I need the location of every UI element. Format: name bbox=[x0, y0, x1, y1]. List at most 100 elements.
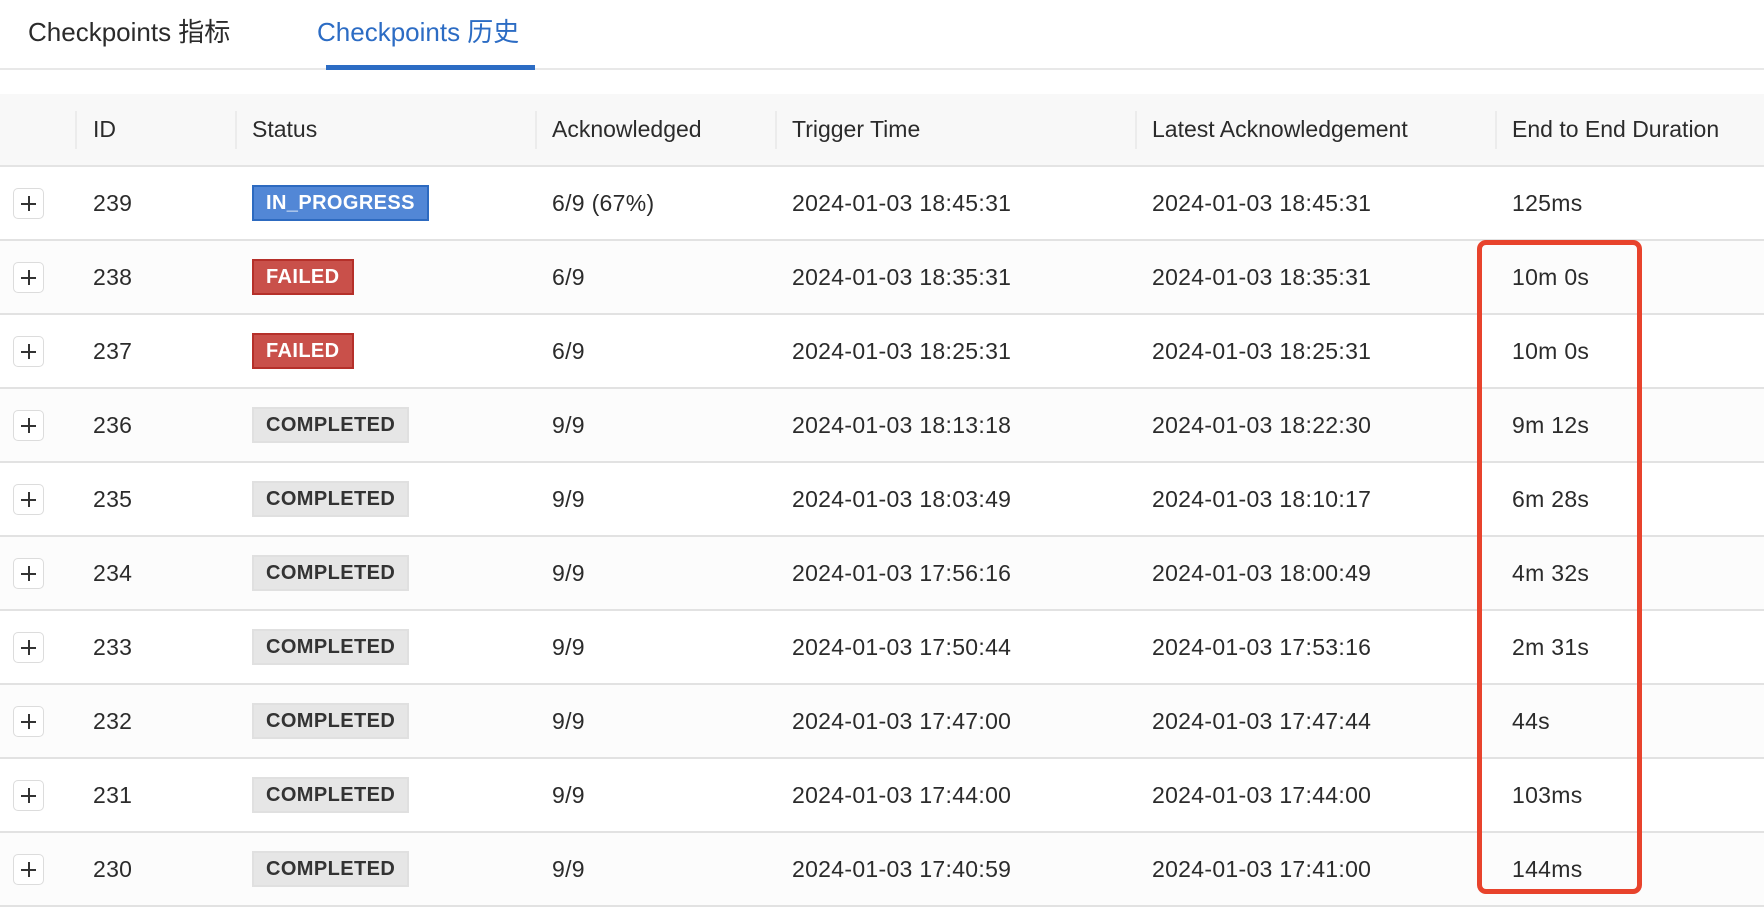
table-row[interactable]: 239 IN_PROGRESS 6/9 (67%) 2024-01-03 18:45:… bbox=[0, 167, 1764, 241]
column-header-id[interactable]: ID bbox=[93, 94, 116, 165]
checkpoints-history-table: ID Status Acknowledged Trigger Time Late… bbox=[0, 94, 1764, 907]
checkpoint-id: 239 bbox=[93, 190, 133, 216]
table-row[interactable]: 232 COMPLETED 9/9 2024-01-03 17:47:00 2024-0… bbox=[0, 685, 1764, 759]
latest-acknowledgement: 2024-01-03 18:25:31 bbox=[1152, 338, 1372, 364]
trigger-time: 2024-01-03 17:50:44 bbox=[792, 634, 1012, 660]
checkpoint-id: 238 bbox=[93, 264, 133, 290]
table-row[interactable]: 230 COMPLETED 9/9 2024-01-03 17:40:59 2024-0… bbox=[0, 833, 1764, 907]
end-to-end-duration: 144ms bbox=[1512, 856, 1583, 882]
acknowledged-count: 9/9 bbox=[552, 412, 585, 438]
end-to-end-duration: 2m 31s bbox=[1512, 634, 1590, 660]
trigger-time: 2024-01-03 18:35:31 bbox=[792, 264, 1012, 290]
latest-acknowledgement: 2024-01-03 17:41:00 bbox=[1152, 856, 1372, 882]
status-badge: FAILED bbox=[252, 333, 354, 369]
trigger-time: 2024-01-03 18:45:31 bbox=[792, 190, 1012, 216]
acknowledged-count: 9/9 bbox=[552, 560, 585, 586]
table-row[interactable]: 231 COMPLETED 9/9 2024-01-03 17:44:00 2024-0… bbox=[0, 759, 1764, 833]
acknowledged-count: 6/9 bbox=[552, 338, 585, 364]
plus-icon[interactable] bbox=[13, 336, 44, 367]
trigger-time: 2024-01-03 18:13:18 bbox=[792, 412, 1012, 438]
latest-acknowledgement: 2024-01-03 18:10:17 bbox=[1152, 486, 1372, 512]
plus-icon[interactable] bbox=[13, 262, 44, 293]
tab-checkpoints-metrics[interactable]: Checkpoints 指标 bbox=[28, 14, 230, 50]
plus-icon[interactable] bbox=[13, 706, 44, 737]
latest-acknowledgement: 2024-01-03 18:35:31 bbox=[1152, 264, 1372, 290]
plus-icon[interactable] bbox=[13, 410, 44, 441]
column-separator bbox=[535, 111, 537, 149]
end-to-end-duration: 6m 28s bbox=[1512, 486, 1590, 512]
table-row[interactable]: 234 COMPLETED 9/9 2024-01-03 17:56:16 2024-0… bbox=[0, 537, 1764, 611]
trigger-time: 2024-01-03 17:40:59 bbox=[792, 856, 1012, 882]
trigger-time: 2024-01-03 17:56:16 bbox=[792, 560, 1012, 586]
plus-icon[interactable] bbox=[13, 484, 44, 515]
status-badge: COMPLETED bbox=[252, 703, 410, 739]
column-separator bbox=[1495, 111, 1497, 149]
tab-bar: Checkpoints 指标 Checkpoints 历史 bbox=[0, 0, 1764, 70]
checkpoint-id: 230 bbox=[93, 856, 133, 882]
column-separator bbox=[235, 111, 237, 149]
column-separator bbox=[775, 111, 777, 149]
latest-acknowledgement: 2024-01-03 18:00:49 bbox=[1152, 560, 1372, 586]
checkpoint-id: 233 bbox=[93, 634, 133, 660]
checkpoint-id: 235 bbox=[93, 486, 133, 512]
tab-checkpoints-history[interactable]: Checkpoints 历史 bbox=[317, 14, 519, 50]
column-header-latest-acknowledgement[interactable]: Latest Acknowledgement bbox=[1152, 94, 1408, 165]
end-to-end-duration: 10m 0s bbox=[1512, 264, 1590, 290]
status-badge: COMPLETED bbox=[252, 555, 410, 591]
column-header-end-to-end-duration[interactable]: End to End Duration bbox=[1512, 94, 1719, 165]
status-badge: COMPLETED bbox=[252, 407, 410, 443]
status-badge: COMPLETED bbox=[252, 777, 410, 813]
table-row[interactable]: 235 COMPLETED 9/9 2024-01-03 18:03:49 2024-0… bbox=[0, 463, 1764, 537]
end-to-end-duration: 103ms bbox=[1512, 782, 1583, 808]
latest-acknowledgement: 2024-01-03 17:53:16 bbox=[1152, 634, 1372, 660]
latest-acknowledgement: 2024-01-03 18:45:31 bbox=[1152, 190, 1372, 216]
column-separator bbox=[75, 111, 77, 149]
plus-icon[interactable] bbox=[13, 854, 44, 885]
end-to-end-duration: 125ms bbox=[1512, 190, 1583, 216]
column-header-status[interactable]: Status bbox=[252, 94, 317, 165]
status-badge: IN_PROGRESS bbox=[252, 185, 429, 221]
column-header-trigger-time[interactable]: Trigger Time bbox=[792, 94, 920, 165]
table-row[interactable]: 236 COMPLETED 9/9 2024-01-03 18:13:18 2024-0… bbox=[0, 389, 1764, 463]
plus-icon[interactable] bbox=[13, 780, 44, 811]
status-badge: COMPLETED bbox=[252, 629, 410, 665]
tab-bar-divider bbox=[0, 68, 1764, 70]
end-to-end-duration: 44s bbox=[1512, 708, 1550, 734]
checkpoint-id: 231 bbox=[93, 782, 133, 808]
acknowledged-count: 9/9 bbox=[552, 782, 585, 808]
trigger-time: 2024-01-03 18:03:49 bbox=[792, 486, 1012, 512]
end-to-end-duration: 9m 12s bbox=[1512, 412, 1590, 438]
column-separator bbox=[1135, 111, 1137, 149]
acknowledged-count: 9/9 bbox=[552, 708, 585, 734]
latest-acknowledgement: 2024-01-03 17:44:00 bbox=[1152, 782, 1372, 808]
checkpoint-id: 236 bbox=[93, 412, 133, 438]
latest-acknowledgement: 2024-01-03 18:22:30 bbox=[1152, 412, 1372, 438]
latest-acknowledgement: 2024-01-03 17:47:44 bbox=[1152, 708, 1372, 734]
table-row[interactable]: 238 FAILED 6/9 2024-01-03 18:35:31 2024-01-0… bbox=[0, 241, 1764, 315]
plus-icon[interactable] bbox=[13, 632, 44, 663]
status-badge: COMPLETED bbox=[252, 851, 410, 887]
trigger-time: 2024-01-03 17:47:00 bbox=[792, 708, 1012, 734]
end-to-end-duration: 10m 0s bbox=[1512, 338, 1590, 364]
table-header: ID Status Acknowledged Trigger Time Late… bbox=[0, 94, 1764, 167]
plus-icon[interactable] bbox=[13, 558, 44, 589]
checkpoint-id: 237 bbox=[93, 338, 133, 364]
table-row[interactable]: 237 FAILED 6/9 2024-01-03 18:25:31 2024-01-0… bbox=[0, 315, 1764, 389]
table-body: 239 IN_PROGRESS 6/9 (67%) 2024-01-03 18:45:… bbox=[0, 167, 1764, 907]
status-badge: COMPLETED bbox=[252, 481, 410, 517]
acknowledged-count: 6/9 (67%) bbox=[552, 190, 655, 216]
end-to-end-duration: 4m 32s bbox=[1512, 560, 1590, 586]
status-badge: FAILED bbox=[252, 259, 354, 295]
acknowledged-count: 9/9 bbox=[552, 634, 585, 660]
checkpoint-id: 234 bbox=[93, 560, 133, 586]
acknowledged-count: 6/9 bbox=[552, 264, 585, 290]
acknowledged-count: 9/9 bbox=[552, 486, 585, 512]
trigger-time: 2024-01-03 17:44:00 bbox=[792, 782, 1012, 808]
trigger-time: 2024-01-03 18:25:31 bbox=[792, 338, 1012, 364]
active-tab-indicator bbox=[326, 65, 535, 70]
table-row[interactable]: 233 COMPLETED 9/9 2024-01-03 17:50:44 2024-0… bbox=[0, 611, 1764, 685]
checkpoint-id: 232 bbox=[93, 708, 133, 734]
plus-icon[interactable] bbox=[13, 188, 44, 219]
column-header-acknowledged[interactable]: Acknowledged bbox=[552, 94, 702, 165]
acknowledged-count: 9/9 bbox=[552, 856, 585, 882]
